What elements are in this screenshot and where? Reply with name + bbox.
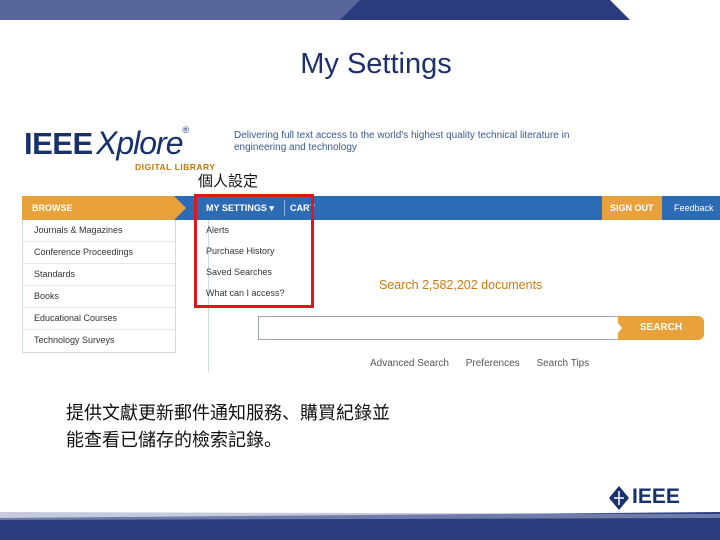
logo-ieee-text: IEEE	[24, 126, 93, 161]
browse-tab-arrow	[174, 196, 186, 220]
sign-out-button[interactable]: SIGN OUT	[602, 196, 662, 220]
browse-tab[interactable]: BROWSE	[22, 196, 174, 220]
search-tips-link[interactable]: Search Tips	[536, 358, 589, 369]
feedback-link[interactable]: Feedback	[674, 196, 714, 220]
xplore-screenshot: IEEE Xplore® DIGITAL LIBRARY Delivering …	[22, 120, 720, 374]
ieee-xplore-logo: IEEE Xplore® DIGITAL LIBRARY	[22, 125, 222, 172]
browse-item-journals[interactable]: Journals & Magazines	[23, 220, 175, 242]
top-nav-bar: BROWSE MY SETTINGS ▾ CART SIGN OUT Feedb…	[22, 196, 720, 220]
sign-out-label: SIGN OUT	[610, 203, 654, 213]
search-input[interactable]	[258, 316, 622, 340]
annotation-label: 個人設定	[198, 172, 259, 190]
footer-ieee-logo: IEEE	[608, 485, 696, 511]
bottom-decor-band	[0, 512, 720, 540]
search-button[interactable]: SEARCH	[618, 316, 704, 340]
browse-list: Journals & Magazines Conference Proceedi…	[22, 220, 176, 353]
ieee-kite-icon	[609, 486, 629, 510]
browse-item-standards[interactable]: Standards	[23, 264, 175, 286]
description-text: 提供文獻更新郵件通知服務、購買紀錄並能查看已儲存的檢索記錄。	[66, 403, 390, 451]
search-button-notch	[612, 316, 622, 340]
advanced-search-link[interactable]: Advanced Search	[370, 358, 449, 369]
xplore-tagline: Delivering full text access to the world…	[234, 130, 570, 153]
search-links: Advanced Search Preferences Search Tips	[370, 358, 603, 369]
logo-xplore-text: Xplore®	[96, 125, 189, 161]
top-decor-band	[0, 0, 720, 20]
browse-item-courses[interactable]: Educational Courses	[23, 308, 175, 330]
browse-item-surveys[interactable]: Technology Surveys	[23, 330, 175, 351]
search-count: Search 2,582,202 documents	[379, 278, 543, 292]
footer-ieee-text: IEEE	[632, 485, 680, 508]
browse-item-conferences[interactable]: Conference Proceedings	[23, 242, 175, 264]
highlight-box	[194, 194, 314, 308]
slide-title: My Settings	[300, 48, 452, 80]
browse-item-books[interactable]: Books	[23, 286, 175, 308]
browse-label: BROWSE	[32, 203, 73, 213]
preferences-link[interactable]: Preferences	[466, 358, 520, 369]
